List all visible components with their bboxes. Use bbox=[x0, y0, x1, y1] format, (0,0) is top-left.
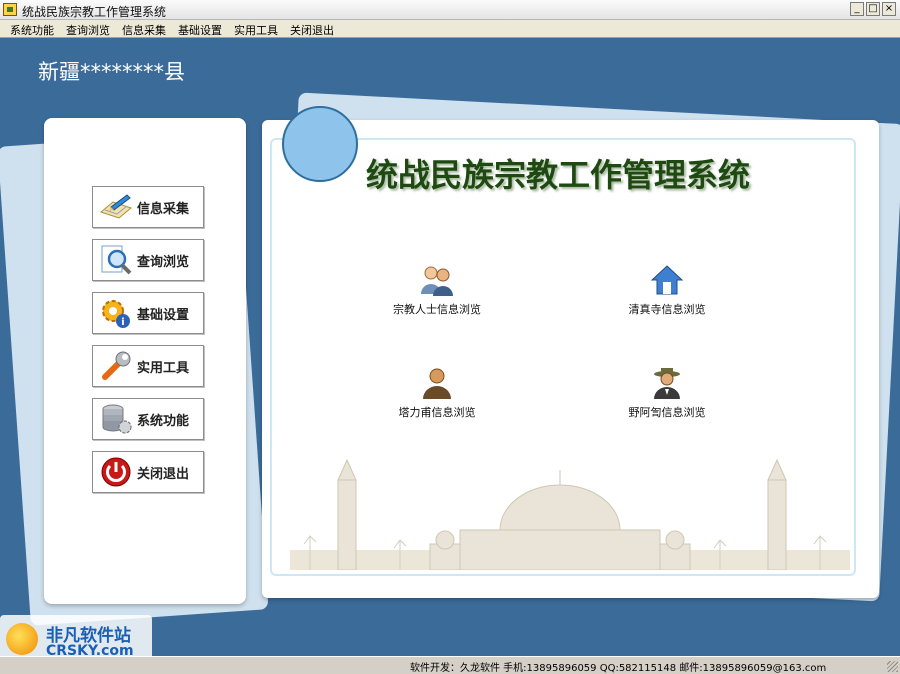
people-icon bbox=[419, 262, 455, 298]
close-button[interactable]: × bbox=[882, 2, 896, 16]
menu-query[interactable]: 查询浏览 bbox=[60, 20, 116, 37]
power-icon bbox=[99, 455, 133, 489]
nav-panel: 信息采集 查询浏览 i 基础设置 实用工具 系统功能 关闭退出 bbox=[44, 118, 246, 604]
module-label: 塔力甫信息浏览 bbox=[398, 406, 476, 419]
form-pencil-icon bbox=[99, 190, 133, 224]
nav-label: 查询浏览 bbox=[137, 254, 190, 270]
menu-tools[interactable]: 实用工具 bbox=[228, 20, 284, 37]
menu-exit[interactable]: 关闭退出 bbox=[284, 20, 340, 37]
resize-grip-icon[interactable] bbox=[887, 661, 898, 672]
module-label: 野阿訇信息浏览 bbox=[628, 406, 706, 419]
content-frame bbox=[270, 138, 856, 576]
status-bar: 软件开发：久龙软件 手机:13895896059 QQ:582115148 邮件… bbox=[0, 656, 900, 674]
decor-circle bbox=[282, 106, 358, 182]
module-religious-personnel[interactable]: 宗教人士信息浏览 bbox=[362, 262, 512, 317]
nav-label: 系统功能 bbox=[137, 413, 190, 429]
minimize-button[interactable]: _ bbox=[850, 2, 864, 16]
wrench-icon bbox=[99, 349, 133, 383]
nav-settings-button[interactable]: i 基础设置 bbox=[92, 292, 204, 334]
title-bar: 统战民族宗教工作管理系统 _ □ × bbox=[0, 0, 900, 20]
nav-exit-button[interactable]: 关闭退出 bbox=[92, 451, 204, 493]
module-talib[interactable]: 塔力甫信息浏览 bbox=[362, 365, 512, 420]
system-title: 统战民族宗教工作管理系统 bbox=[366, 156, 751, 194]
gear-icon: i bbox=[99, 296, 133, 330]
menu-settings[interactable]: 基础设置 bbox=[172, 20, 228, 37]
nav-label: 信息采集 bbox=[137, 201, 190, 217]
status-text: 软件开发：久龙软件 手机:13895896059 QQ:582115148 邮件… bbox=[410, 663, 827, 674]
nav-query-button[interactable]: 查询浏览 bbox=[92, 239, 204, 281]
module-wild-akhund[interactable]: 野阿訇信息浏览 bbox=[592, 365, 742, 420]
menu-system[interactable]: 系统功能 bbox=[4, 20, 60, 37]
nav-label: 关闭退出 bbox=[137, 466, 190, 482]
watermark-logo-icon bbox=[6, 623, 38, 655]
county-label: 新疆********县 bbox=[38, 60, 185, 84]
svg-text:i: i bbox=[121, 317, 124, 328]
nav-label: 实用工具 bbox=[137, 360, 190, 376]
magnifier-icon bbox=[99, 243, 133, 277]
module-label: 宗教人士信息浏览 bbox=[393, 303, 481, 316]
nav-info-collect-button[interactable]: 信息采集 bbox=[92, 186, 204, 228]
menu-bar: 系统功能 查询浏览 信息采集 基础设置 实用工具 关闭退出 bbox=[0, 20, 900, 38]
window-controls: _ □ × bbox=[850, 2, 896, 16]
person-icon bbox=[419, 365, 455, 401]
mosque-illustration bbox=[290, 440, 850, 570]
nav-tools-button[interactable]: 实用工具 bbox=[92, 345, 204, 387]
menu-collect[interactable]: 信息采集 bbox=[116, 20, 172, 37]
app-icon bbox=[3, 3, 17, 16]
desktop-area: 新疆********县 信息采集 查询浏览 i 基础设置 实用工具 系统功能 关… bbox=[0, 38, 900, 656]
module-mosque[interactable]: 清真寺信息浏览 bbox=[592, 262, 742, 317]
nav-system-button[interactable]: 系统功能 bbox=[92, 398, 204, 440]
hat-person-icon bbox=[649, 365, 685, 401]
window-title: 统战民族宗教工作管理系统 bbox=[22, 5, 167, 19]
database-icon bbox=[99, 402, 133, 436]
house-icon bbox=[649, 262, 685, 298]
module-label: 清真寺信息浏览 bbox=[628, 303, 706, 316]
maximize-button[interactable]: □ bbox=[866, 2, 880, 16]
nav-label: 基础设置 bbox=[137, 307, 190, 323]
